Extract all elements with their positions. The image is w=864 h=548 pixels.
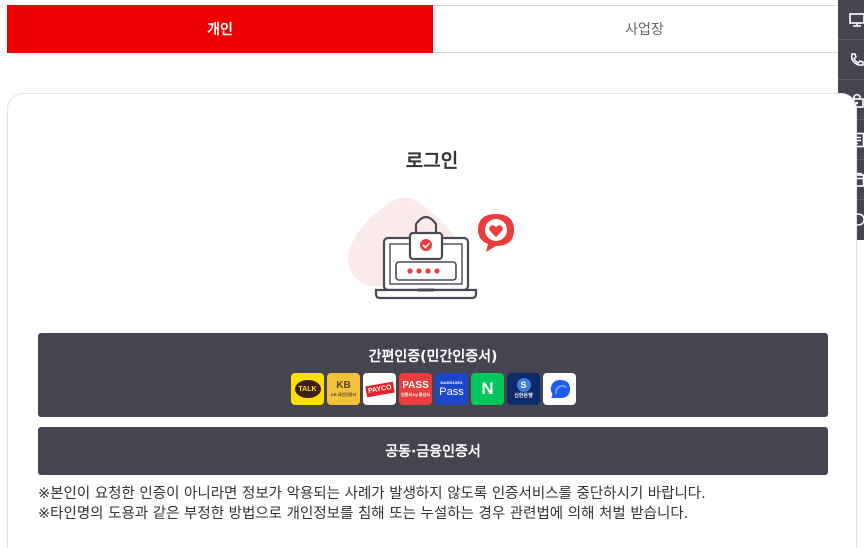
toss-icon[interactable]: [543, 373, 576, 405]
kb-icon[interactable]: KB KB 국민인증서: [327, 373, 360, 405]
toss-logo: [550, 380, 570, 398]
payco-icon[interactable]: PAYCO: [363, 373, 396, 405]
notice-line: ※타인명의 도용과 같은 부정한 방법으로 개인정보를 침해 또는 누설하는 경…: [38, 506, 689, 522]
login-type-tabs: 개인 사업장: [7, 5, 857, 53]
provider-icons: TALK KB KB 국민인증서 PAYCO PASS 인증서 by 통신사 S…: [291, 373, 576, 405]
naver-icon[interactable]: N: [471, 373, 504, 405]
notice-text: ※본인이 요청한 인증이 아니라면 정보가 악용되는 사례가 발생하지 않도록 …: [38, 484, 706, 524]
login-title: 로그인: [405, 150, 459, 172]
easy-auth-button[interactable]: 간편인증(민간인증서) TALK KB KB 국민인증서 PAYCO PASS …: [38, 333, 828, 417]
shinhan-logo: S: [516, 378, 531, 392]
quick-menu-phone[interactable]: [838, 40, 864, 80]
monitor-icon: [849, 13, 864, 27]
laptop-lock-icon: [348, 197, 514, 300]
kb-text: KB: [336, 380, 351, 391]
pass-icon[interactable]: PASS 인증서 by 통신사: [399, 373, 432, 405]
shinhan-icon[interactable]: S 신한은행: [507, 373, 540, 405]
phone-icon: [850, 53, 864, 66]
pass-text: PASS: [402, 380, 429, 391]
pass-subtext: 인증서 by 통신사: [401, 392, 430, 397]
shinhan-subtext: 신한은행: [514, 393, 533, 399]
tab-business[interactable]: 사업장: [433, 5, 857, 53]
samsung-pass-text: Pass: [439, 386, 464, 398]
payco-text: PAYCO: [364, 381, 395, 397]
joint-cert-button[interactable]: 공동·금융인증서: [38, 427, 828, 475]
easy-auth-label: 간편인증(민간인증서): [368, 349, 498, 365]
naver-text: N: [481, 379, 494, 398]
kakao-talk-icon[interactable]: TALK: [291, 373, 324, 405]
notice-line: ※본인이 요청한 인증이 아니라면 정보가 악용되는 사례가 발생하지 않도록 …: [38, 486, 706, 502]
tab-personal[interactable]: 개인: [7, 5, 433, 53]
samsung-pass-icon[interactable]: SAMSUNG Pass: [435, 373, 468, 405]
kakao-talk-text: TALK: [294, 380, 321, 398]
quick-menu-monitor[interactable]: [838, 0, 864, 40]
kb-subtext: KB 국민인증서: [330, 392, 357, 397]
